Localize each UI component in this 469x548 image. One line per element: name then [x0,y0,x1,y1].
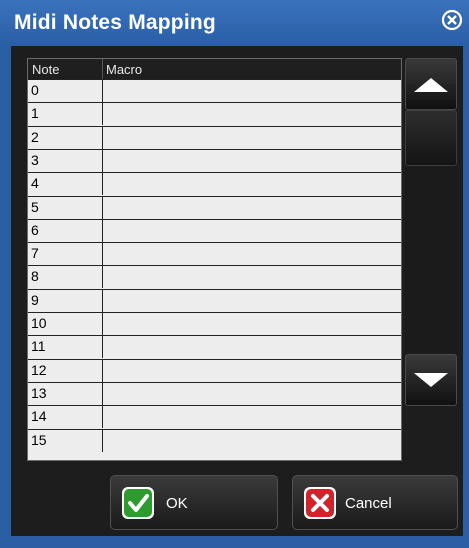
arrow-down-icon [414,373,448,387]
note-cell: 15 [28,429,103,452]
column-divider[interactable] [102,59,103,79]
macro-cell[interactable] [103,406,401,428]
table-row[interactable]: 5 [28,195,401,219]
table-row[interactable]: 14 [28,405,401,429]
note-cell: 1 [28,103,103,126]
table-row[interactable]: 12 [28,358,401,382]
note-cell: 10 [28,313,103,335]
scroll-track[interactable] [405,166,457,354]
note-cell: 7 [28,243,103,266]
macro-cell[interactable] [103,266,401,288]
table-header: Note Macro [28,59,401,79]
macro-cell[interactable] [103,80,401,102]
note-cell: 12 [28,359,103,382]
table-row[interactable]: 11 [28,335,401,359]
table-row[interactable]: 10 [28,312,401,335]
macro-cell[interactable] [103,103,401,125]
midi-notes-mapping-dialog: Midi Notes Mapping Note Macro 0123456789… [0,0,469,548]
column-header-macro[interactable]: Macro [106,62,142,77]
note-cell: 5 [28,196,103,219]
dialog-title: Midi Notes Mapping [14,11,216,34]
note-cell: 8 [28,266,103,289]
scroll-thumb[interactable] [405,110,457,166]
macro-cell[interactable] [103,290,401,312]
note-cell: 3 [28,149,103,172]
macro-cell[interactable] [103,313,401,335]
vertical-scrollbar[interactable] [405,58,457,463]
note-cell: 11 [28,336,103,359]
table-row[interactable]: 15 [28,428,401,452]
scroll-up-button[interactable] [405,58,457,110]
ok-button[interactable]: OK [110,475,278,530]
table-row[interactable]: 0 [28,79,401,102]
macro-cell[interactable] [103,243,401,265]
table-row[interactable]: 3 [28,148,401,172]
table-row[interactable]: 1 [28,102,401,126]
x-icon [303,486,337,520]
title-bar: Midi Notes Mapping [0,0,469,46]
macro-cell[interactable] [103,197,401,219]
scroll-down-button[interactable] [405,354,457,406]
macro-cell[interactable] [103,150,401,172]
note-cell: 2 [28,126,103,149]
cancel-label: Cancel [345,495,392,512]
dialog-body: Note Macro 0 1 2 3 4 5 6 7 8 9 10 11 12 13 14 15 [11,46,463,536]
table-row[interactable]: 4 [28,172,401,196]
table-row[interactable]: 13 [28,381,401,405]
note-cell: 14 [28,406,103,429]
table-row[interactable]: 6 [28,218,401,242]
ok-label: OK [166,495,188,512]
note-cell: 9 [28,289,103,312]
column-header-note[interactable]: Note [32,62,59,77]
table-row[interactable]: 2 [28,125,401,149]
arrow-up-icon [414,78,448,92]
macro-cell[interactable] [103,360,401,382]
notes-table: Note Macro 0 1 2 3 4 5 6 7 8 9 10 11 12 13 14 15 [27,58,402,461]
macro-cell[interactable] [103,430,401,452]
note-cell: 13 [28,382,103,405]
note-cell: 4 [28,173,103,196]
macro-cell[interactable] [103,127,401,149]
table-row[interactable]: 9 [28,288,401,312]
cancel-button[interactable]: Cancel [292,475,458,530]
macro-cell[interactable] [103,336,401,358]
macro-cell[interactable] [103,383,401,405]
close-icon[interactable] [441,9,463,31]
note-cell: 0 [28,80,103,102]
macro-cell[interactable] [103,220,401,242]
check-icon [121,486,155,520]
table-row[interactable]: 7 [28,242,401,266]
note-cell: 6 [28,219,103,242]
table-row[interactable]: 8 [28,265,401,289]
macro-cell[interactable] [103,173,401,195]
